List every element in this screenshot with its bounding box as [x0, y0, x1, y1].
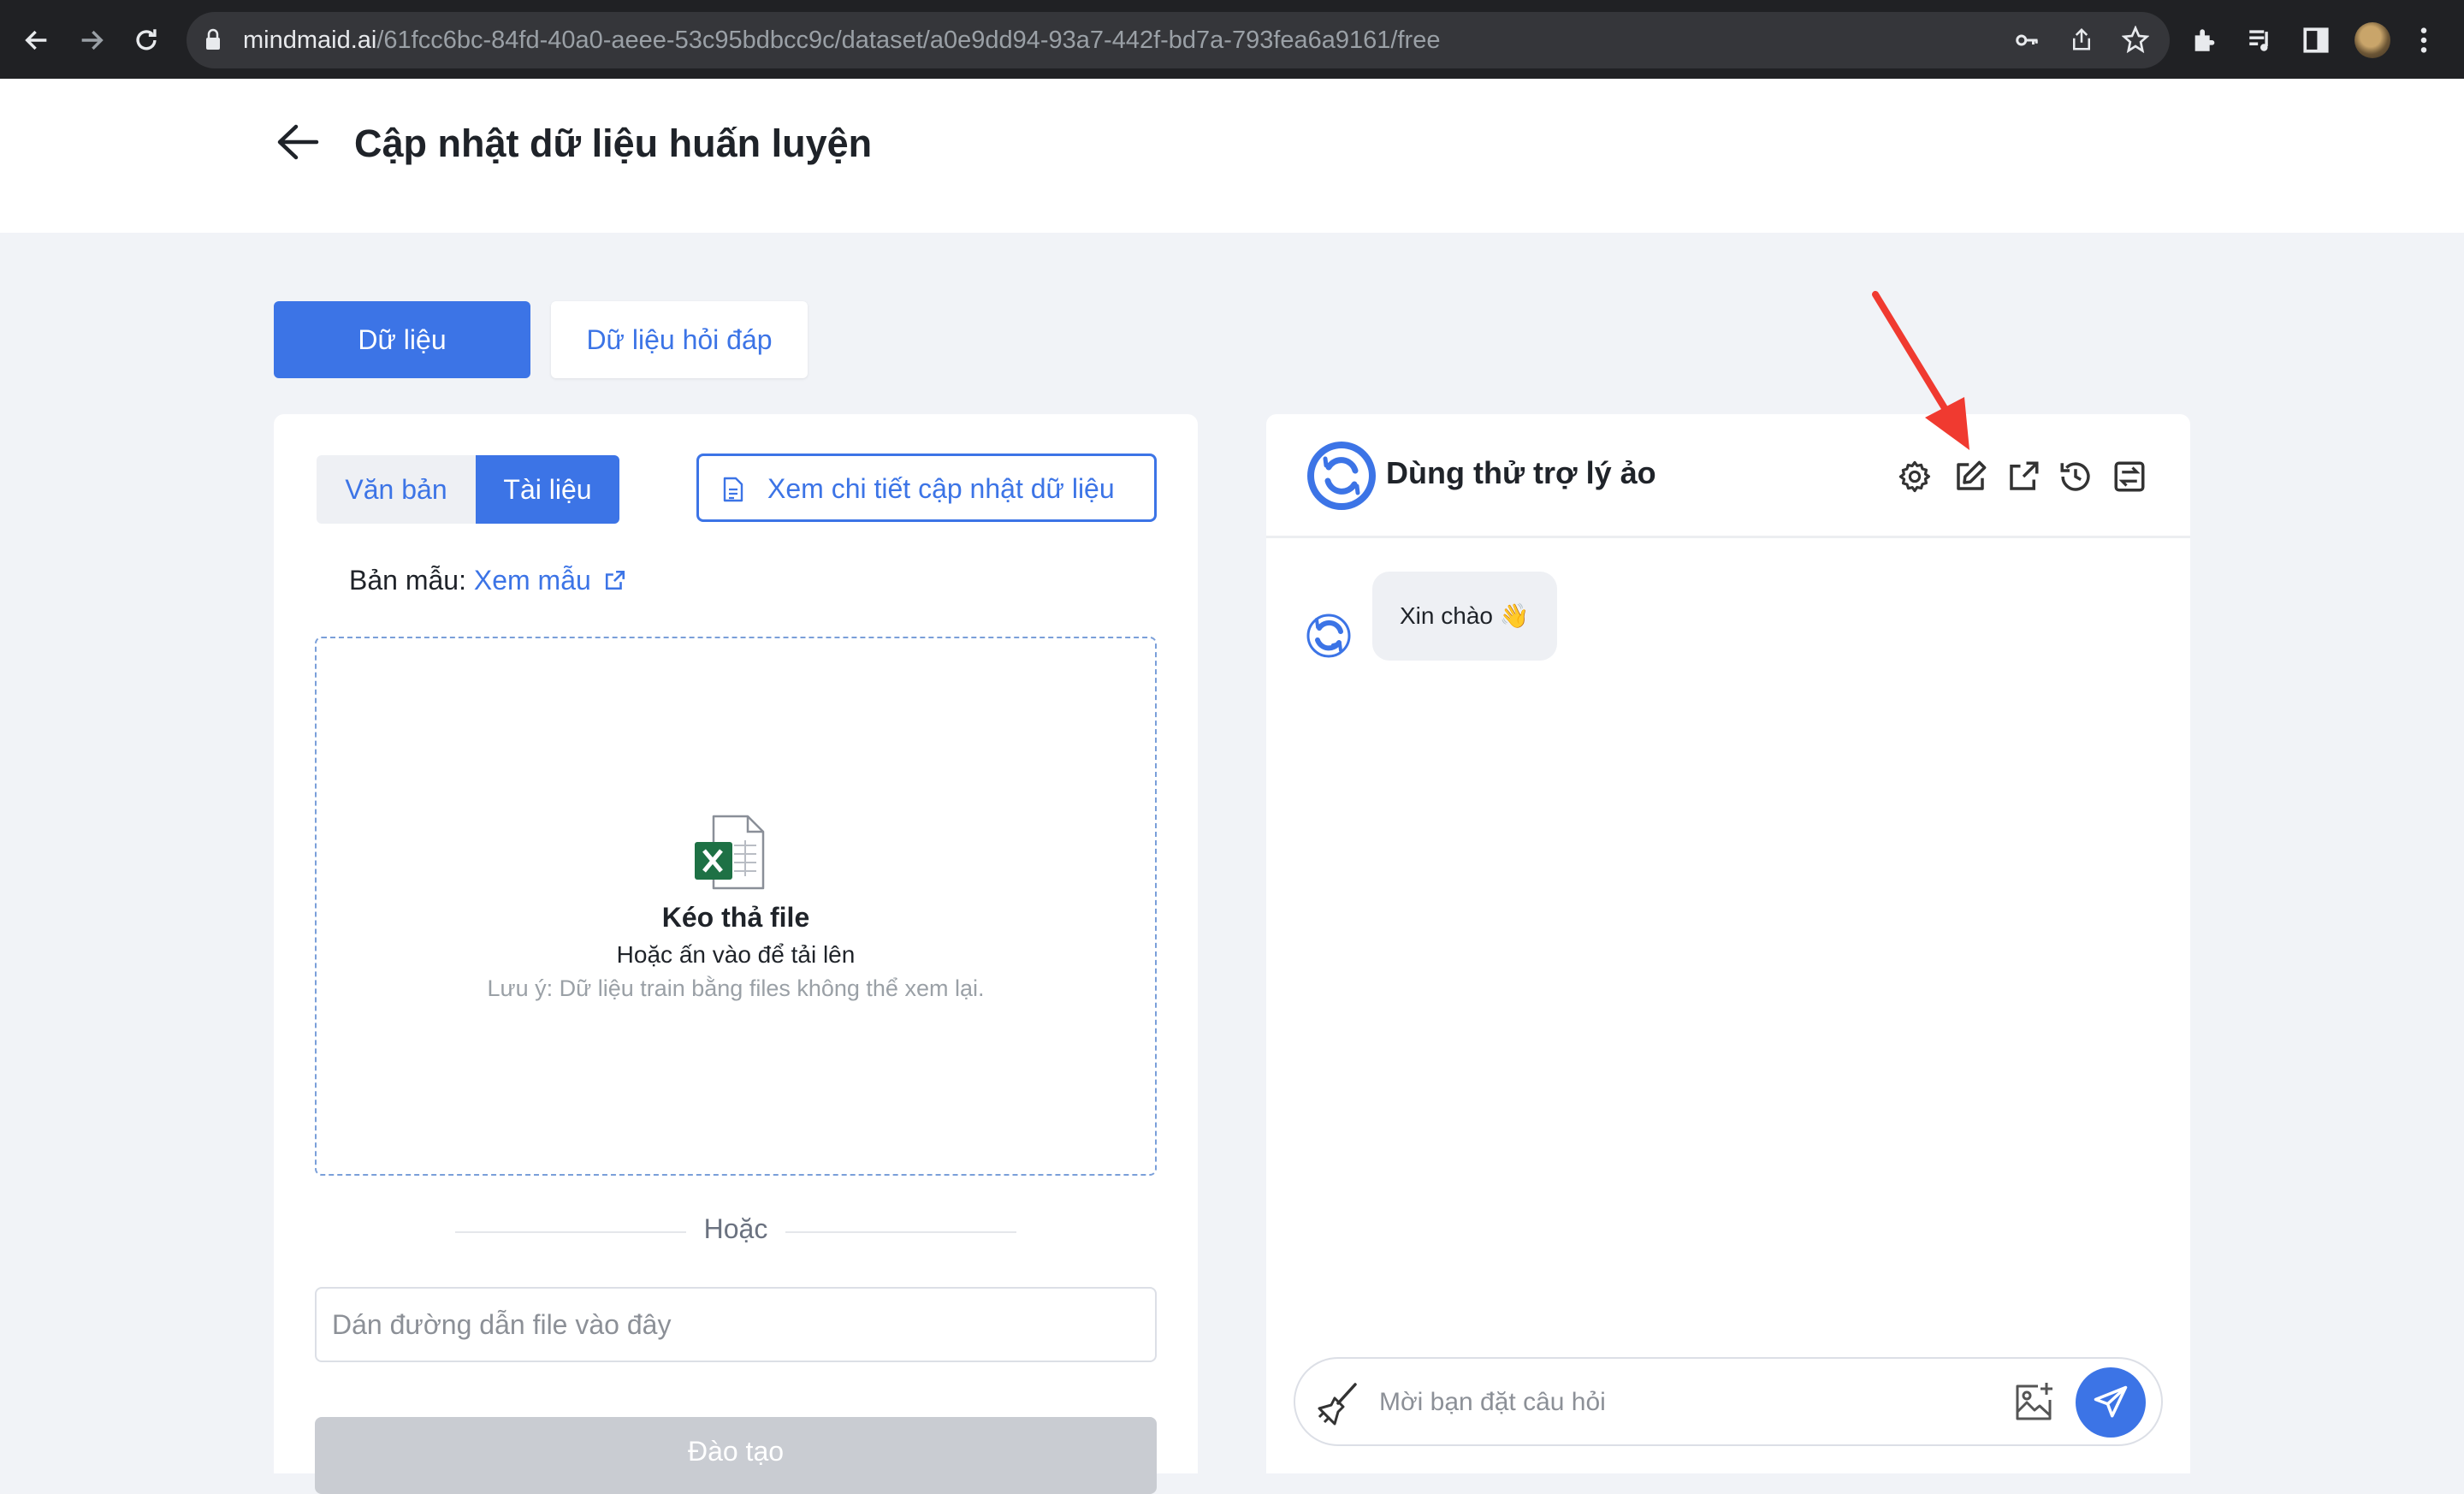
history-icon[interactable]: [2058, 459, 2094, 495]
page-title: Cập nhật dữ liệu huấn luyện: [354, 122, 873, 165]
media-icon[interactable]: [2245, 26, 2276, 55]
browser-toolbar: mindmaid.ai/61fcc6bc-84fd-40a0-aeee-53c9…: [0, 0, 2464, 79]
layout-icon[interactable]: [2112, 459, 2147, 495]
file-dropzone[interactable]: Kéo thả file Hoặc ấn vào để tải lên Lưu …: [315, 637, 1157, 1176]
star-icon[interactable]: [2122, 26, 2149, 53]
tab-qa-data[interactable]: Dữ liệu hỏi đáp: [551, 301, 808, 378]
bot-logo-icon: [1307, 442, 1376, 510]
chat-header: Dùng thử trợ lý ảo: [1266, 414, 2190, 538]
edit-icon[interactable]: [1952, 459, 1988, 495]
back-icon[interactable]: [22, 26, 51, 55]
menu-icon[interactable]: [2418, 26, 2430, 55]
segment-document[interactable]: Tài liệu: [476, 455, 619, 524]
template-label: Bản mẫu:: [349, 565, 466, 596]
or-label: Hoặc: [703, 1213, 768, 1244]
back-arrow-icon[interactable]: [275, 123, 320, 161]
clear-chat-icon[interactable]: [1311, 1379, 1360, 1429]
bot-avatar-icon: [1306, 614, 1351, 658]
external-link-icon[interactable]: [604, 569, 626, 591]
settings-icon[interactable]: [1897, 459, 1933, 495]
open-external-icon[interactable]: [2005, 459, 2041, 495]
send-icon: [2094, 1385, 2128, 1418]
tab-data[interactable]: Dữ liệu: [274, 301, 530, 378]
train-button[interactable]: Đào tạo: [315, 1417, 1157, 1494]
chat-composer: [1294, 1357, 2163, 1446]
url-text[interactable]: mindmaid.ai/61fcc6bc-84fd-40a0-aeee-53c9…: [243, 27, 1440, 53]
dropzone-title: Kéo thả file: [661, 902, 810, 933]
segment-text[interactable]: Văn bản: [317, 455, 476, 524]
page-header: Cập nhật dữ liệu huấn luyện: [0, 79, 2464, 233]
dropzone-subtitle: Hoặc ấn vào để tải lên: [616, 941, 856, 968]
document-icon: [723, 477, 743, 502]
view-template-link[interactable]: Xem mẫu: [474, 565, 591, 596]
forward-icon[interactable]: [77, 26, 106, 55]
reload-icon[interactable]: [132, 26, 161, 55]
chat-preview-panel: Dùng thử trợ lý ảo Xin chào 👋: [1266, 414, 2190, 1473]
file-url-input[interactable]: [315, 1287, 1157, 1362]
detail-button-label: Xem chi tiết cập nhật dữ liệu: [767, 473, 1115, 504]
image-upload-icon[interactable]: [2012, 1381, 2055, 1424]
lock-icon[interactable]: [205, 28, 221, 50]
chat-input[interactable]: [1377, 1374, 1963, 1431]
avatar[interactable]: [2354, 22, 2390, 58]
send-button[interactable]: [2076, 1367, 2146, 1438]
extensions-icon[interactable]: [2190, 26, 2219, 55]
annotation-arrow: [1872, 291, 1969, 450]
chat-title: Dùng thử trợ lý ảo: [1386, 455, 1656, 490]
view-update-details-button[interactable]: Xem chi tiết cập nhật dữ liệu: [696, 454, 1157, 522]
key-icon[interactable]: [2014, 27, 2040, 53]
side-panel-icon[interactable]: [2301, 26, 2331, 55]
share-icon[interactable]: [2069, 26, 2094, 53]
address-bar[interactable]: mindmaid.ai/61fcc6bc-84fd-40a0-aeee-53c9…: [187, 12, 2170, 68]
template-row: Bản mẫu: Xem mẫu: [349, 565, 626, 596]
excel-file-icon: [695, 815, 765, 890]
bot-message: Xin chào 👋: [1372, 572, 1557, 661]
training-data-panel: Văn bản Tài liệu Xem chi tiết cập nhật d…: [274, 414, 1198, 1494]
dropzone-note: Lưu ý: Dữ liệu train bằng files không th…: [487, 975, 985, 1001]
